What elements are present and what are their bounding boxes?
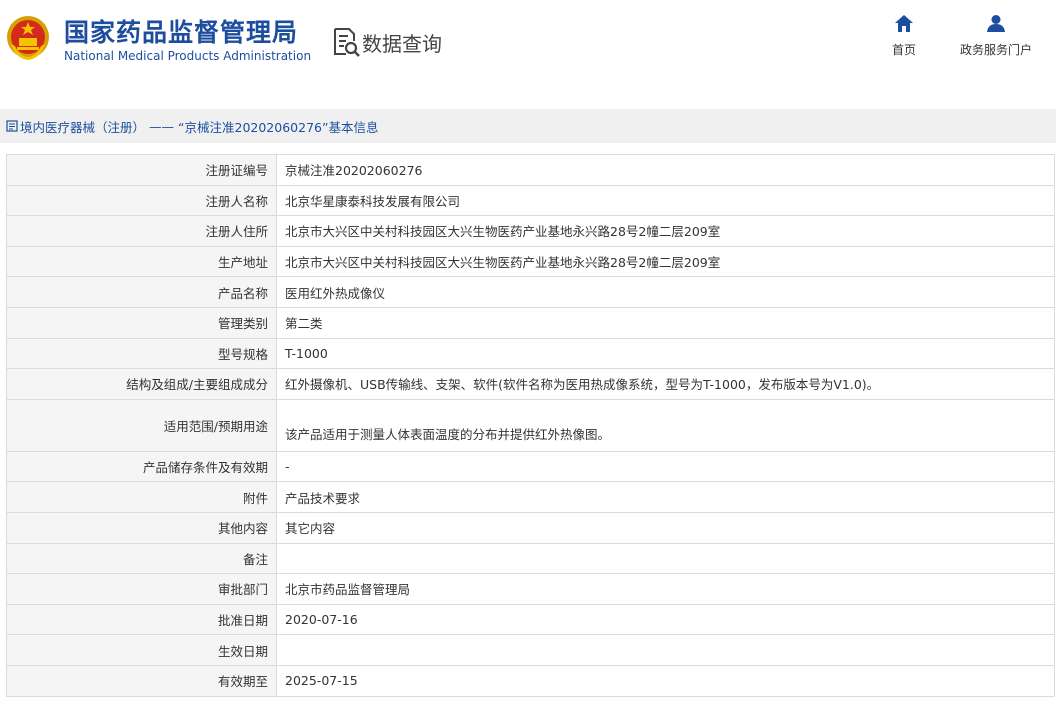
national-emblem-icon	[7, 16, 49, 60]
table-row: 审批部门 北京市药品监督管理局	[6, 573, 1055, 605]
row-label: 附件	[6, 481, 277, 513]
table-row: 其他内容 其它内容	[6, 511, 1055, 544]
breadcrumb-link-category[interactable]: 境内医疗器械（注册）	[20, 117, 145, 136]
row-label: 注册人名称	[6, 184, 277, 217]
table-row: 结构及组成/主要组成成分 红外摄像机、USB传输线、支架、软件(软件名称为医用热成…	[6, 368, 1055, 400]
table-row: 生效日期	[6, 634, 1055, 666]
row-label: 管理类别	[6, 306, 277, 339]
row-label: 注册证编号	[6, 154, 277, 186]
table-row: 备注	[6, 542, 1055, 575]
table-row: 有效期至 2025-07-15	[6, 664, 1055, 697]
row-value: 北京市大兴区中关村科技园区大兴生物医药产业基地永兴路28号2幢二层209室	[276, 245, 1055, 278]
row-label: 结构及组成/主要组成成分	[6, 368, 277, 400]
row-label: 产品储存条件及有效期	[6, 450, 277, 483]
row-value: 北京市药品监督管理局	[276, 573, 1055, 605]
table-row: 注册人名称 北京华星康泰科技发展有限公司	[6, 184, 1055, 217]
breadcrumb-current: “京械注准20202060276”基本信息	[178, 119, 379, 135]
row-value: 该产品适用于测量人体表面温度的分布并提供红外热像图。	[276, 398, 1055, 452]
table-row: 注册证编号 京械注准20202060276	[6, 154, 1055, 186]
document-search-icon	[334, 28, 360, 57]
row-value: T-1000	[276, 337, 1055, 370]
nav-portal[interactable]: 政务服务门户	[951, 14, 1041, 58]
row-value: 2025-07-15	[276, 664, 1055, 697]
table-row: 生产地址 北京市大兴区中关村科技园区大兴生物医药产业基地永兴路28号2幢二层209…	[6, 245, 1055, 278]
site-header: 国家药品监督管理局 National Medical Products Admi…	[0, 0, 1056, 100]
site-logo-en[interactable]: National Medical Products Administration	[64, 49, 311, 63]
row-value	[276, 634, 1055, 666]
user-icon	[987, 15, 1005, 32]
nav-home-label: 首页	[891, 43, 916, 57]
table-row: 附件 产品技术要求	[6, 481, 1055, 513]
table-row: 管理类别 第二类	[6, 306, 1055, 339]
row-label: 其他内容	[6, 511, 277, 544]
row-label: 审批部门	[6, 573, 277, 605]
row-value: 京械注准20202060276	[276, 154, 1055, 186]
row-label: 生效日期	[6, 634, 277, 666]
row-value: 北京华星康泰科技发展有限公司	[276, 184, 1055, 217]
row-label: 备注	[6, 542, 277, 575]
row-label: 有效期至	[6, 664, 277, 697]
row-label: 批准日期	[6, 603, 277, 636]
row-value: 产品技术要求	[276, 481, 1055, 513]
breadcrumb: 境内医疗器械（注册） —— “京械注准20202060276”基本信息	[0, 109, 1056, 143]
row-label: 产品名称	[6, 276, 277, 308]
registration-detail-table: 注册证编号 京械注准20202060276 注册人名称 北京华星康泰科技发展有限公司…	[6, 154, 1055, 697]
row-value: -	[276, 450, 1055, 483]
section-title-text: 数据查询	[362, 31, 442, 56]
home-icon	[895, 15, 913, 32]
row-label: 注册人住所	[6, 215, 277, 247]
row-value	[276, 542, 1055, 575]
row-value: 其它内容	[276, 511, 1055, 544]
table-row: 产品名称 医用红外热成像仪	[6, 276, 1055, 308]
nav-portal-label: 政务服务门户	[959, 43, 1032, 57]
row-value: 北京市大兴区中关村科技园区大兴生物医药产业基地永兴路28号2幢二层209室	[276, 215, 1055, 247]
breadcrumb-separator: ——	[149, 118, 175, 134]
table-row: 型号规格 T-1000	[6, 337, 1055, 370]
row-label: 生产地址	[6, 245, 277, 278]
table-row: 批准日期 2020-07-16	[6, 603, 1055, 636]
row-label: 型号规格	[6, 337, 277, 370]
table-row: 产品储存条件及有效期 -	[6, 450, 1055, 483]
table-row: 注册人住所 北京市大兴区中关村科技园区大兴生物医药产业基地永兴路28号2幢二层20…	[6, 215, 1055, 247]
row-label: 适用范围/预期用途	[6, 398, 277, 452]
document-icon	[6, 120, 18, 132]
nav-home[interactable]: 首页	[884, 14, 924, 58]
row-value: 红外摄像机、USB传输线、支架、软件(软件名称为医用热成像系统，型号为T-100…	[276, 368, 1055, 400]
row-value: 第二类	[276, 306, 1055, 339]
table-row: 适用范围/预期用途 该产品适用于测量人体表面温度的分布并提供红外热像图。	[6, 398, 1055, 452]
section-title: 数据查询	[332, 25, 442, 59]
row-value: 医用红外热成像仪	[276, 276, 1055, 308]
row-value: 2020-07-16	[276, 603, 1055, 636]
site-logo-cn[interactable]: 国家药品监督管理局	[64, 13, 298, 49]
